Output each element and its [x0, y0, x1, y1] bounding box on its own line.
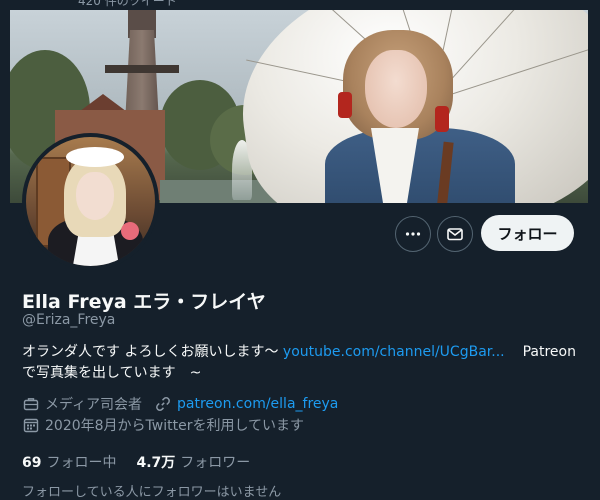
bio-patreon-text: Patreon: [522, 344, 576, 360]
mail-icon: [447, 228, 463, 241]
following-label: フォロー中: [46, 455, 117, 471]
more-options-button[interactable]: [395, 216, 431, 252]
tweet-count: 420 件のツイート: [78, 0, 177, 8]
profile-avatar[interactable]: [22, 133, 159, 270]
follow-button[interactable]: フォロー: [481, 215, 574, 251]
profile-page: 420 件のツイート フォロー Ella Freya エラ・フレイヤ @Eriz…: [0, 0, 600, 500]
link-icon: [154, 396, 171, 413]
profile-category: メディア司会者: [45, 397, 143, 413]
briefcase-icon: [22, 396, 39, 413]
followers-you-know: フォローしている人にフォロワーはいません: [22, 485, 282, 500]
following-count: 69: [22, 455, 42, 471]
profile-bio: オランダ人です よろしくお願いします〜 youtube.com/channel/…: [22, 342, 582, 384]
website-link[interactable]: patreon.com/ella_freya: [177, 396, 338, 412]
followers-link[interactable]: 4.7万 フォロワー: [136, 452, 250, 472]
follow-stats: 69 フォロー中 4.7万 フォロワー: [22, 452, 250, 472]
profile-meta-row: メディア司会者 patreon.com/ella_freya: [22, 394, 338, 414]
display-name: Ella Freya エラ・フレイヤ: [22, 291, 266, 313]
joined-date: 2020年8月からTwitterを利用しています: [45, 418, 305, 434]
bio-text-line2: で写真集を出しています ~: [22, 365, 202, 381]
user-handle: @Eriza_Freya: [22, 312, 116, 328]
calendar-icon: [22, 417, 39, 434]
top-header-strip: 420 件のツイート: [0, 0, 600, 10]
followers-label: フォロワー: [180, 455, 251, 471]
profile-joined-row: 2020年8月からTwitterを利用しています: [22, 415, 304, 435]
more-icon: [405, 232, 421, 236]
message-button[interactable]: [437, 216, 473, 252]
bio-text: オランダ人です よろしくお願いします〜: [22, 344, 283, 360]
bio-youtube-link[interactable]: youtube.com/channel/UCgBar...: [283, 344, 505, 360]
followers-count: 4.7万: [136, 455, 176, 471]
following-link[interactable]: 69 フォロー中: [22, 452, 116, 472]
